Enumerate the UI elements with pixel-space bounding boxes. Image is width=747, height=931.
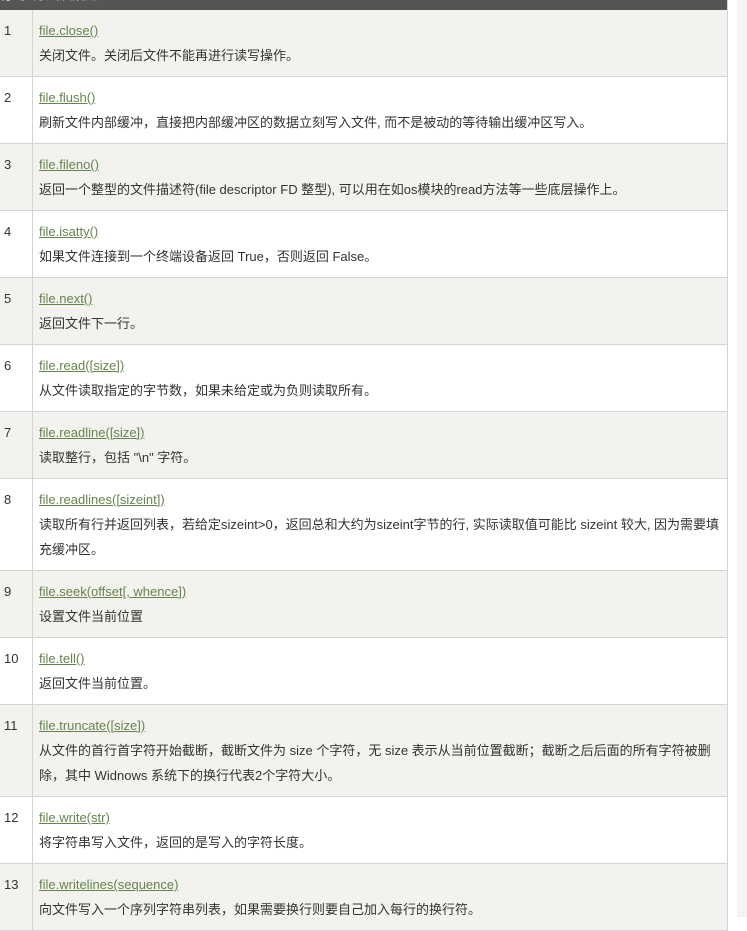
table-row: 1 file.close() 关闭文件。关闭后文件不能再进行读写操作。 [0, 10, 727, 77]
row-number: 6 [0, 345, 33, 411]
row-number: 12 [0, 797, 33, 863]
row-number: 5 [0, 278, 33, 344]
row-content: file.close() 关闭文件。关闭后文件不能再进行读写操作。 [33, 10, 727, 76]
row-number: 2 [0, 77, 33, 143]
table-row: 5 file.next() 返回文件下一行。 [0, 278, 727, 345]
row-number: 4 [0, 211, 33, 277]
method-description: 关闭文件。关闭后文件不能再进行读写操作。 [39, 48, 300, 63]
method-link[interactable]: file.close() [39, 18, 721, 43]
method-description: 从文件读取指定的字节数，如果未给定或为负则读取所有。 [39, 383, 378, 398]
row-number: 7 [0, 412, 33, 478]
table-row: 7 file.readline([size]) 读取整行，包括 "\n" 字符。 [0, 412, 727, 479]
method-description: 读取所有行并返回列表，若给定sizeint>0，返回总和大约为sizeint字节… [39, 517, 720, 557]
method-description: 从文件的首行首字符开始截断，截断文件为 size 个字符，无 size 表示从当… [39, 743, 711, 783]
row-number: 3 [0, 144, 33, 210]
row-number: 10 [0, 638, 33, 704]
method-link[interactable]: file.fileno() [39, 152, 721, 177]
method-link[interactable]: file.readlines([sizeint]) [39, 487, 721, 512]
row-content: file.read([size]) 从文件读取指定的字节数，如果未给定或为负则读… [33, 345, 727, 411]
scrollbar-track[interactable] [737, 0, 747, 917]
table-row: 8 file.readlines([sizeint]) 读取所有行并返回列表，若… [0, 479, 727, 571]
header-num: 序号 [0, 0, 33, 10]
row-content: file.flush() 刷新文件内部缓冲，直接把内部缓冲区的数据立刻写入文件,… [33, 77, 727, 143]
row-number: 1 [0, 10, 33, 76]
method-link[interactable]: file.next() [39, 286, 721, 311]
method-link[interactable]: file.readline([size]) [39, 420, 721, 445]
method-description: 向文件写入一个序列字符串列表，如果需要换行则要自己加入每行的换行符。 [39, 902, 482, 917]
method-description: 设置文件当前位置 [39, 609, 144, 624]
header-desc: 方法及描述 [33, 0, 98, 10]
method-link[interactable]: file.writelines(sequence) [39, 872, 721, 897]
method-description: 读取整行，包括 "\n" 字符。 [39, 450, 197, 465]
row-content: file.write(str) 将字符串写入文件，返回的是写入的字符长度。 [33, 797, 727, 863]
method-description: 将字符串写入文件，返回的是写入的字符长度。 [39, 835, 313, 850]
method-link[interactable]: file.tell() [39, 646, 721, 671]
method-link[interactable]: file.read([size]) [39, 353, 721, 378]
table-row: 9 file.seek(offset[, whence]) 设置文件当前位置 [0, 571, 727, 638]
table-row: 2 file.flush() 刷新文件内部缓冲，直接把内部缓冲区的数据立刻写入文… [0, 77, 727, 144]
table-row: 11 file.truncate([size]) 从文件的首行首字符开始截断，截… [0, 705, 727, 797]
table-row: 12 file.write(str) 将字符串写入文件，返回的是写入的字符长度。 [0, 797, 727, 864]
method-link[interactable]: file.truncate([size]) [39, 713, 721, 738]
method-description: 返回文件下一行。 [39, 316, 144, 331]
method-link[interactable]: file.flush() [39, 85, 721, 110]
table-header: 序号 方法及描述 [0, 0, 727, 10]
row-content: file.tell() 返回文件当前位置。 [33, 638, 727, 704]
method-description: 刷新文件内部缓冲，直接把内部缓冲区的数据立刻写入文件, 而不是被动的等待输出缓冲… [39, 115, 593, 130]
method-description: 返回一个整型的文件描述符(file descriptor FD 整型), 可以用… [39, 182, 626, 197]
table-row: 10 file.tell() 返回文件当前位置。 [0, 638, 727, 705]
row-number: 8 [0, 479, 33, 570]
row-content: file.next() 返回文件下一行。 [33, 278, 727, 344]
table-row: 3 file.fileno() 返回一个整型的文件描述符(file descri… [0, 144, 727, 211]
row-number: 11 [0, 705, 33, 796]
file-methods-table: 序号 方法及描述 1 file.close() 关闭文件。关闭后文件不能再进行读… [0, 0, 728, 931]
row-content: file.readlines([sizeint]) 读取所有行并返回列表，若给定… [33, 479, 727, 570]
method-link[interactable]: file.seek(offset[, whence]) [39, 579, 721, 604]
row-content: file.fileno() 返回一个整型的文件描述符(file descript… [33, 144, 727, 210]
row-number: 13 [0, 864, 33, 930]
method-link[interactable]: file.isatty() [39, 219, 721, 244]
row-content: file.isatty() 如果文件连接到一个终端设备返回 True，否则返回 … [33, 211, 727, 277]
table-row: 4 file.isatty() 如果文件连接到一个终端设备返回 True，否则返… [0, 211, 727, 278]
row-content: file.truncate([size]) 从文件的首行首字符开始截断，截断文件… [33, 705, 727, 796]
method-description: 如果文件连接到一个终端设备返回 True，否则返回 False。 [39, 249, 378, 264]
row-content: file.writelines(sequence) 向文件写入一个序列字符串列表… [33, 864, 727, 930]
row-content: file.seek(offset[, whence]) 设置文件当前位置 [33, 571, 727, 637]
row-content: file.readline([size]) 读取整行，包括 "\n" 字符。 [33, 412, 727, 478]
row-number: 9 [0, 571, 33, 637]
table-row: 6 file.read([size]) 从文件读取指定的字节数，如果未给定或为负… [0, 345, 727, 412]
table-row: 13 file.writelines(sequence) 向文件写入一个序列字符… [0, 864, 727, 931]
method-description: 返回文件当前位置。 [39, 676, 157, 691]
method-link[interactable]: file.write(str) [39, 805, 721, 830]
